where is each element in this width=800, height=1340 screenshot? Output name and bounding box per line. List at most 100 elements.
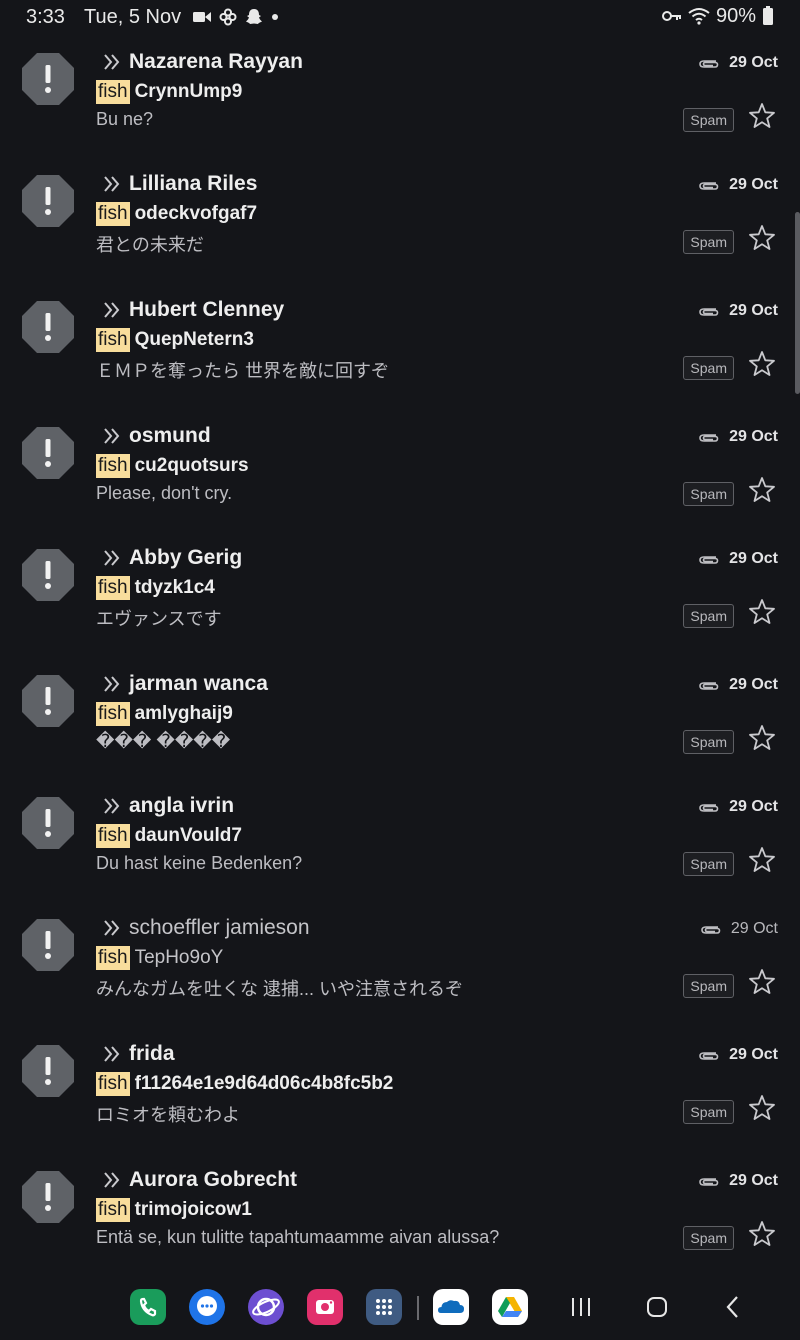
star-icon[interactable] [748, 598, 776, 626]
key-icon [661, 11, 681, 21]
important-marker-icon[interactable] [101, 51, 123, 73]
sender-line: osmund [101, 424, 211, 448]
spam-badge: Spam [683, 852, 734, 876]
sender-line: Hubert Clenney [101, 298, 284, 322]
spam-warning-avatar-icon[interactable] [21, 674, 75, 728]
important-marker-icon[interactable] [101, 299, 123, 321]
recents-button[interactable] [566, 1292, 596, 1322]
sender-name: osmund [129, 424, 211, 447]
sender-line: frida [101, 1042, 175, 1066]
email-snippet: Du hast keine Bedenken? [96, 853, 303, 873]
email-meta: 29 Oct [697, 676, 778, 694]
sender-line: jarman wanca [101, 672, 268, 696]
sender-name: frida [129, 1042, 175, 1065]
home-button[interactable] [642, 1292, 672, 1322]
attachment-icon [701, 926, 721, 934]
email-subject: QuepNetern3 [134, 329, 254, 350]
star-icon[interactable] [748, 102, 776, 130]
star-icon[interactable] [748, 224, 776, 252]
spam-warning-avatar-icon[interactable] [21, 1044, 75, 1098]
email-row[interactable]: Abby Gerig fish tdyzk1c4 エヴァンスです 29 Oct … [0, 526, 800, 646]
important-marker-icon[interactable] [101, 917, 123, 939]
email-meta: 29 Oct [697, 550, 778, 568]
email-row[interactable]: osmund fish cu2quotsurs Please, don't cr… [0, 404, 800, 524]
spam-badge: Spam [683, 230, 734, 254]
email-row[interactable]: Aurora Gobrecht fish trimojoicow1 Entä s… [0, 1148, 800, 1268]
email-date: 29 Oct [729, 428, 778, 445]
attachment-icon [699, 1178, 719, 1186]
star-icon[interactable] [748, 350, 776, 378]
email-subject: amlyghaij9 [134, 703, 233, 724]
subject-line: fish f11264e1e9d64d06c4b8fc5b2 [96, 1072, 393, 1096]
important-marker-icon[interactable] [101, 425, 123, 447]
sender-line: angla ivrin [101, 794, 234, 818]
dock-divider [417, 1296, 419, 1320]
sender-name: jarman wanca [129, 672, 268, 695]
spam-warning-avatar-icon[interactable] [21, 174, 75, 228]
subject-line: fish QuepNetern3 [96, 328, 254, 352]
star-icon[interactable] [748, 1220, 776, 1248]
internet-app-icon[interactable] [248, 1289, 284, 1325]
sender-name: Hubert Clenney [129, 298, 285, 321]
email-row[interactable]: Lilliana Riles fish odeckvofgaf7 君との未来だ … [0, 152, 800, 272]
spam-warning-avatar-icon[interactable] [21, 52, 75, 106]
important-marker-icon[interactable] [101, 673, 123, 695]
email-row[interactable]: Hubert Clenney fish QuepNetern3 ＥＭＰを奪ったら… [0, 278, 800, 398]
important-marker-icon[interactable] [101, 1169, 123, 1191]
status-date: Tue, 5 Nov [84, 6, 182, 28]
email-date: 29 Oct [729, 176, 778, 193]
spam-badge: Spam [683, 1100, 734, 1124]
email-snippet: ロミオを頼むわよ [96, 1105, 240, 1125]
apps-drawer-icon[interactable] [366, 1289, 402, 1325]
email-subject: tdyzk1c4 [134, 577, 215, 598]
email-meta: 29 Oct [697, 798, 778, 816]
drive-app-icon[interactable] [492, 1289, 528, 1325]
sender-name: angla ivrin [129, 794, 235, 817]
spam-warning-avatar-icon[interactable] [21, 1170, 75, 1224]
onedrive-app-icon[interactable] [433, 1289, 469, 1325]
important-marker-icon[interactable] [101, 1043, 123, 1065]
battery-icon [763, 6, 773, 25]
email-meta: 29 Oct [697, 1172, 778, 1190]
email-meta: 29 Oct [699, 920, 778, 938]
email-date: 29 Oct [729, 550, 778, 567]
back-button[interactable] [718, 1292, 748, 1322]
sender-line: Abby Gerig [101, 546, 242, 570]
wifi-icon [688, 8, 710, 25]
email-meta: 29 Oct [697, 176, 778, 194]
email-subject: CrynnUmp9 [134, 81, 243, 102]
spam-badge: Spam [683, 730, 734, 754]
spam-warning-avatar-icon[interactable] [21, 918, 75, 972]
sender-line: Lilliana Riles [101, 172, 257, 196]
email-snippet: エヴァンスです [96, 609, 222, 629]
sender-name: Abby Gerig [129, 546, 243, 569]
attachment-icon [699, 804, 719, 812]
spam-warning-avatar-icon[interactable] [21, 796, 75, 850]
star-icon[interactable] [748, 846, 776, 874]
subject-line: fish trimojoicow1 [96, 1198, 252, 1222]
email-snippet: Entä se, kun tulitte tapahtumaamme aivan… [96, 1227, 500, 1247]
email-row[interactable]: jarman wanca fish amlyghaij9 ��� ���� 29… [0, 652, 800, 772]
email-row[interactable]: Nazarena Rayyan fish CrynnUmp9 Bu ne? 29… [0, 30, 800, 150]
important-marker-icon[interactable] [101, 795, 123, 817]
star-icon[interactable] [748, 476, 776, 504]
snapchat-icon [246, 9, 262, 24]
sender-line: schoeffler jamieson [101, 916, 310, 940]
spam-warning-avatar-icon[interactable] [21, 426, 75, 480]
spam-warning-avatar-icon[interactable] [21, 548, 75, 602]
sender-name: Nazarena Rayyan [129, 50, 303, 73]
important-marker-icon[interactable] [101, 173, 123, 195]
email-row[interactable]: schoeffler jamieson fish TepHo9oY みんなガムを… [0, 896, 800, 1016]
important-marker-icon[interactable] [101, 547, 123, 569]
messages-app-icon[interactable] [189, 1289, 225, 1325]
camera-app-icon[interactable] [307, 1289, 343, 1325]
star-icon[interactable] [748, 968, 776, 996]
star-icon[interactable] [748, 1094, 776, 1122]
email-row[interactable]: frida fish f11264e1e9d64d06c4b8fc5b2 ロミオ… [0, 1022, 800, 1142]
spam-warning-avatar-icon[interactable] [21, 300, 75, 354]
star-icon[interactable] [748, 724, 776, 752]
email-row[interactable]: angla ivrin fish daunVould7 Du hast kein… [0, 774, 800, 894]
subject-line: fish tdyzk1c4 [96, 576, 215, 600]
phone-app-icon[interactable] [130, 1289, 166, 1325]
sender-line: Nazarena Rayyan [101, 50, 303, 74]
